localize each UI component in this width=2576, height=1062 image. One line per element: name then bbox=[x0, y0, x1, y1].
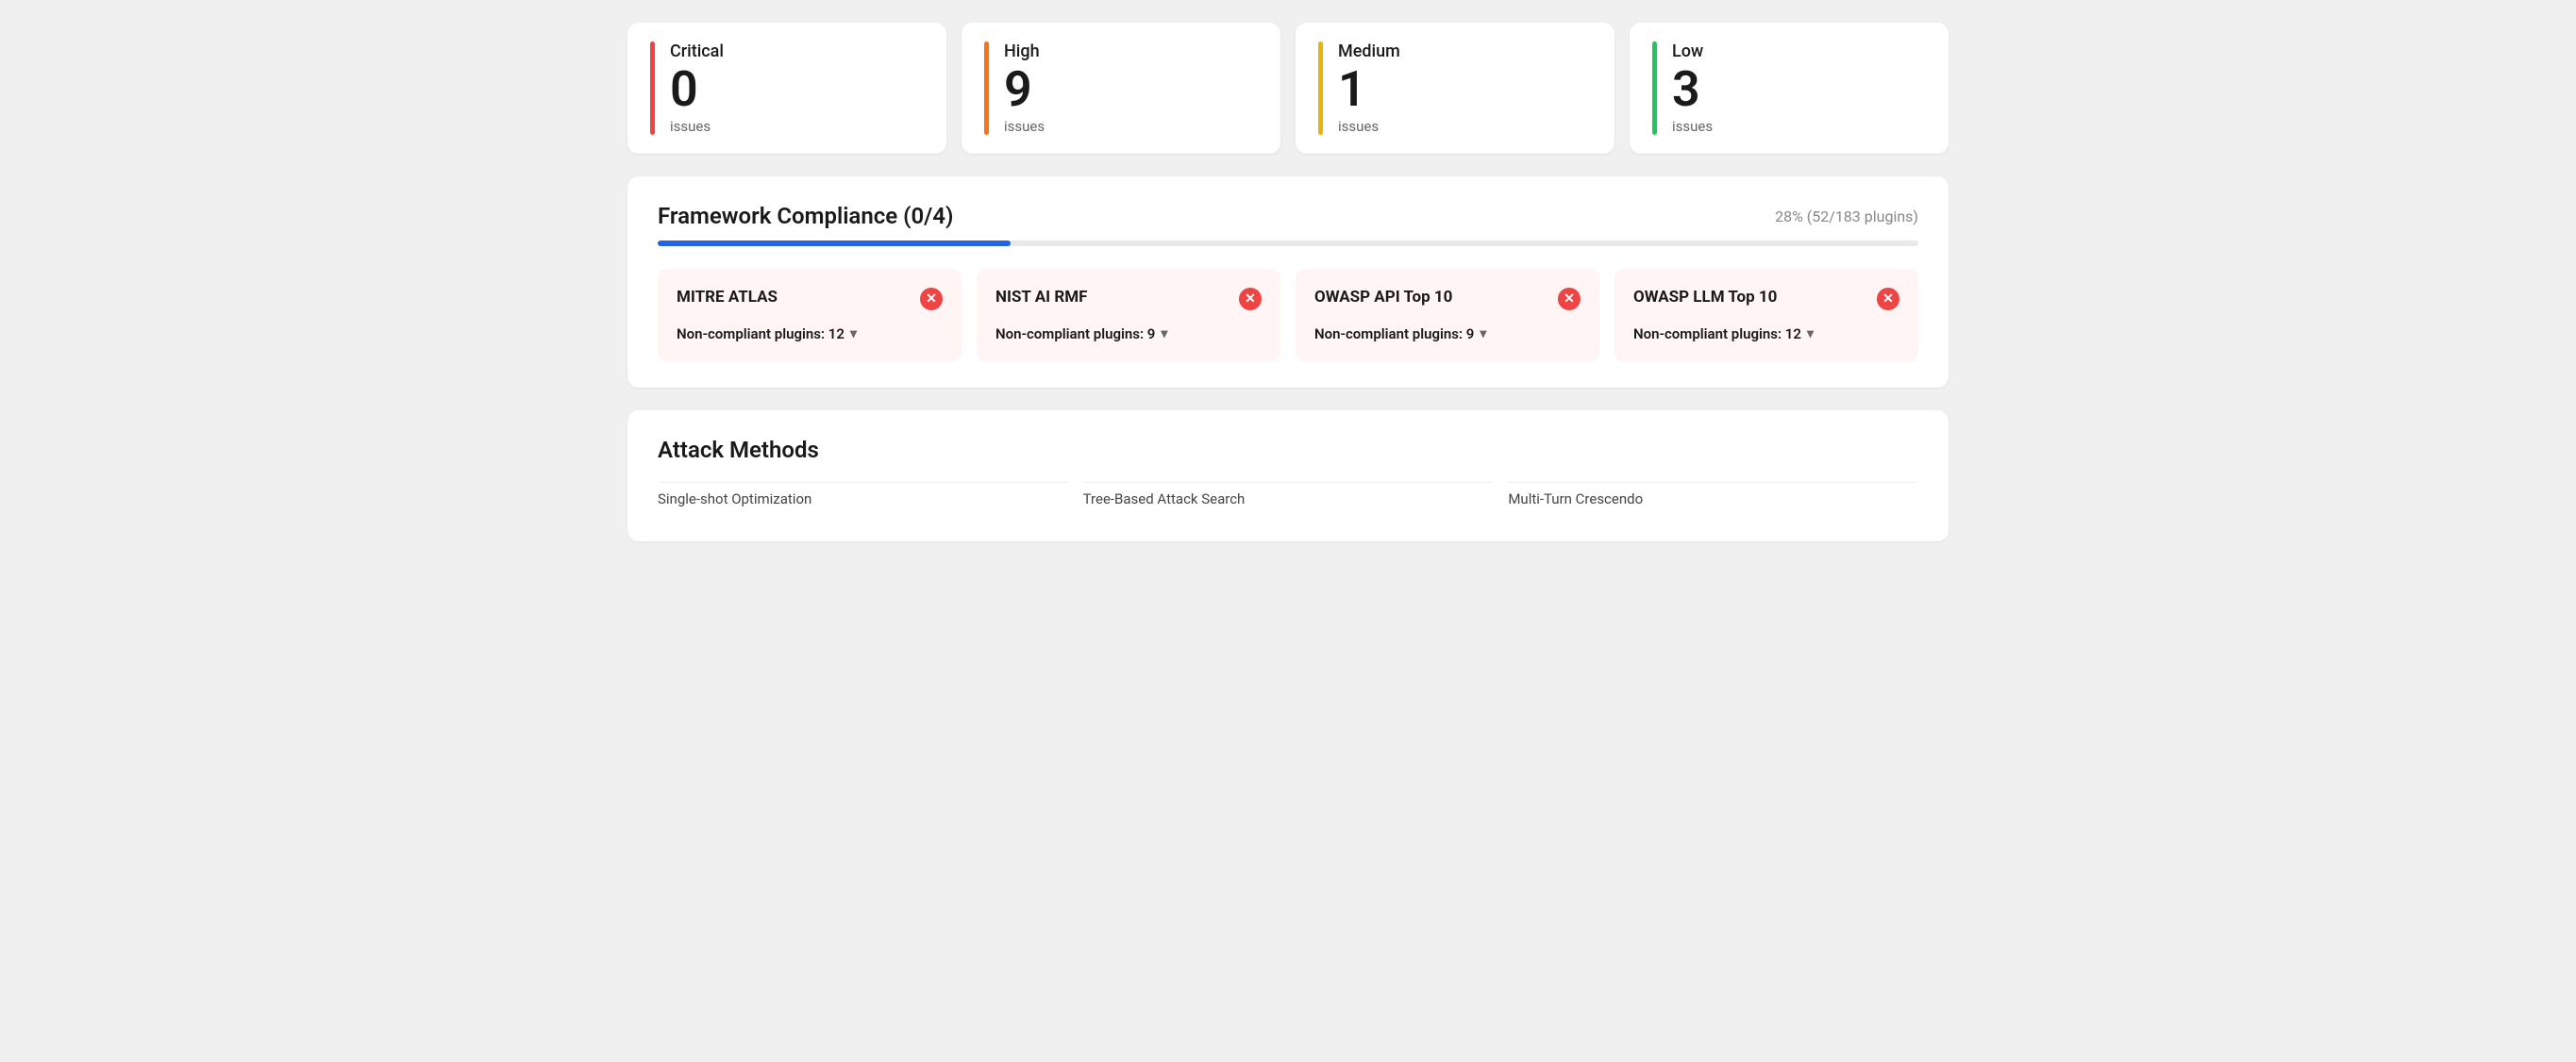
severity-card-label: issues bbox=[670, 118, 724, 135]
progress-bar-track bbox=[658, 241, 1918, 246]
framework-card-header: MITRE ATLAS ✕ bbox=[677, 288, 943, 310]
plugins-label: Non-compliant plugins: 9 bbox=[995, 325, 1155, 342]
severity-card-content: Critical 0 issues bbox=[670, 41, 724, 135]
plugins-label: Non-compliant plugins: 9 bbox=[1314, 325, 1474, 342]
severity-card-critical: Critical 0 issues bbox=[627, 23, 946, 154]
severity-card-count: 3 bbox=[1672, 65, 1713, 114]
severity-card-title: Medium bbox=[1338, 41, 1400, 61]
plugins-label: Non-compliant plugins: 12 bbox=[1633, 325, 1801, 342]
severity-bar-low bbox=[1652, 41, 1657, 135]
severity-bar-critical bbox=[650, 41, 655, 135]
chevron-down-icon: ▾ bbox=[1807, 326, 1814, 341]
severity-card-content: High 9 issues bbox=[1004, 41, 1045, 135]
severity-card-content: Medium 1 issues bbox=[1338, 41, 1400, 135]
framework-card-title: OWASP API Top 10 bbox=[1314, 288, 1452, 307]
attack-methods-section: Attack Methods Single-shot Optimization T… bbox=[627, 410, 1949, 541]
error-icon: ✕ bbox=[1239, 288, 1262, 310]
severity-card-high: High 9 issues bbox=[962, 23, 1280, 154]
framework-card-plugins[interactable]: Non-compliant plugins: 9 ▾ bbox=[1314, 325, 1581, 342]
framework-card-3: OWASP LLM Top 10 ✕ Non-compliant plugins… bbox=[1614, 269, 1918, 361]
main-container: Critical 0 issues High 9 issues Medium 1… bbox=[627, 23, 1949, 541]
severity-bar-high bbox=[984, 41, 989, 135]
framework-card-header: NIST AI RMF ✕ bbox=[995, 288, 1262, 310]
attack-method-item-2: Multi-Turn Crescendo bbox=[1508, 482, 1918, 515]
chevron-down-icon: ▾ bbox=[1480, 326, 1486, 341]
error-icon: ✕ bbox=[1558, 288, 1581, 310]
framework-card-1: NIST AI RMF ✕ Non-compliant plugins: 9 ▾ bbox=[977, 269, 1280, 361]
severity-card-content: Low 3 issues bbox=[1672, 41, 1713, 135]
attack-method-item-0: Single-shot Optimization bbox=[658, 482, 1068, 515]
framework-compliance-header: Framework Compliance (0/4) 28% (52/183 p… bbox=[658, 203, 1918, 229]
framework-card-title: MITRE ATLAS bbox=[677, 288, 778, 307]
framework-compliance-meta: 28% (52/183 plugins) bbox=[1775, 207, 1918, 225]
severity-card-label: issues bbox=[1338, 118, 1400, 135]
framework-card-header: OWASP LLM Top 10 ✕ bbox=[1633, 288, 1899, 310]
framework-card-2: OWASP API Top 10 ✕ Non-compliant plugins… bbox=[1296, 269, 1599, 361]
severity-bar-medium bbox=[1318, 41, 1323, 135]
severity-card-title: Critical bbox=[670, 41, 724, 61]
progress-bar-fill bbox=[658, 241, 1011, 246]
chevron-down-icon: ▾ bbox=[850, 326, 857, 341]
severity-card-label: issues bbox=[1004, 118, 1045, 135]
severity-card-count: 9 bbox=[1004, 65, 1045, 114]
framework-card-0: MITRE ATLAS ✕ Non-compliant plugins: 12 … bbox=[658, 269, 962, 361]
severity-card-title: Low bbox=[1672, 41, 1713, 61]
framework-card-plugins[interactable]: Non-compliant plugins: 12 ▾ bbox=[1633, 325, 1899, 342]
framework-compliance-section: Framework Compliance (0/4) 28% (52/183 p… bbox=[627, 176, 1949, 388]
severity-card-medium: Medium 1 issues bbox=[1296, 23, 1614, 154]
framework-card-plugins[interactable]: Non-compliant plugins: 9 ▾ bbox=[995, 325, 1262, 342]
framework-cards-grid: MITRE ATLAS ✕ Non-compliant plugins: 12 … bbox=[658, 269, 1918, 361]
framework-card-plugins[interactable]: Non-compliant plugins: 12 ▾ bbox=[677, 325, 943, 342]
framework-card-title: OWASP LLM Top 10 bbox=[1633, 288, 1777, 307]
severity-card-low: Low 3 issues bbox=[1630, 23, 1949, 154]
severity-card-title: High bbox=[1004, 41, 1045, 61]
severity-card-count: 0 bbox=[670, 65, 724, 114]
framework-card-header: OWASP API Top 10 ✕ bbox=[1314, 288, 1581, 310]
severity-cards-row: Critical 0 issues High 9 issues Medium 1… bbox=[627, 23, 1949, 154]
framework-compliance-title: Framework Compliance (0/4) bbox=[658, 203, 953, 229]
framework-card-title: NIST AI RMF bbox=[995, 288, 1087, 307]
attack-methods-title: Attack Methods bbox=[658, 437, 1918, 463]
error-icon: ✕ bbox=[920, 288, 943, 310]
error-icon: ✕ bbox=[1877, 288, 1899, 310]
attack-method-item-1: Tree-Based Attack Search bbox=[1083, 482, 1494, 515]
chevron-down-icon: ▾ bbox=[1161, 326, 1167, 341]
severity-card-label: issues bbox=[1672, 118, 1713, 135]
severity-card-count: 1 bbox=[1338, 65, 1400, 114]
attack-methods-grid: Single-shot Optimization Tree-Based Attac… bbox=[658, 482, 1918, 515]
plugins-label: Non-compliant plugins: 12 bbox=[677, 325, 845, 342]
